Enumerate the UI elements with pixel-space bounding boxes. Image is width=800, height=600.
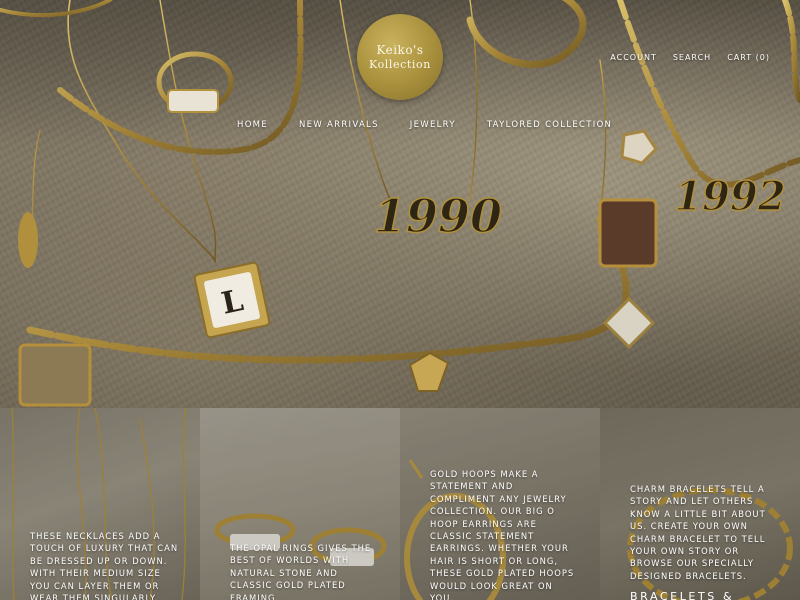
nav-taylored-collection[interactable]: TAYLORED COLLECTION — [487, 120, 612, 130]
tile-necklaces[interactable]: These necklaces add a touch of luxury th… — [0, 408, 200, 600]
tile-necklaces-caption: These necklaces add a touch of luxury th… — [30, 531, 179, 600]
utility-nav: ACCOUNT SEARCH CART (0) — [594, 53, 770, 62]
tile-hoops[interactable]: Gold hoops make a statement and complime… — [400, 408, 600, 600]
brand-logo[interactable]: Keiko's Kollection — [357, 14, 443, 100]
account-link[interactable]: ACCOUNT — [610, 53, 657, 62]
tile-bracelets-caption: Charm bracelets tell a story and let oth… — [630, 484, 766, 581]
tile-rings[interactable]: The opal rings gives the best of worlds … — [200, 408, 400, 600]
nav-new-arrivals[interactable]: NEW ARRIVALS — [299, 120, 379, 130]
nav-jewelry[interactable]: JEWELRY — [410, 120, 456, 130]
hero-banner: L 1990 1992 Keiko's Kollection ACCOUNT S… — [0, 0, 800, 408]
pendant-1992-text: 1992 — [674, 173, 785, 220]
brand-logo-line-2: Kollection — [369, 57, 431, 71]
collection-tiles: These necklaces add a touch of luxury th… — [0, 408, 800, 600]
tile-bracelets[interactable]: Charm bracelets tell a story and let oth… — [600, 408, 800, 600]
tile-rings-caption: The opal rings gives the best of worlds … — [230, 543, 372, 600]
main-nav: HOME NEW ARRIVALS JEWELRY TAYLORED COLLE… — [237, 120, 643, 130]
tile-hoops-caption: Gold hoops make a statement and complime… — [430, 469, 575, 600]
pendant-1990-text: 1990 — [374, 189, 502, 243]
tile-bracelets-title: BRACELETS & — [630, 590, 735, 600]
cart-link[interactable]: CART (0) — [727, 53, 770, 62]
nav-home[interactable]: HOME — [237, 120, 268, 130]
search-link[interactable]: SEARCH — [673, 53, 711, 62]
brand-logo-line-1: Keiko's — [376, 42, 424, 57]
